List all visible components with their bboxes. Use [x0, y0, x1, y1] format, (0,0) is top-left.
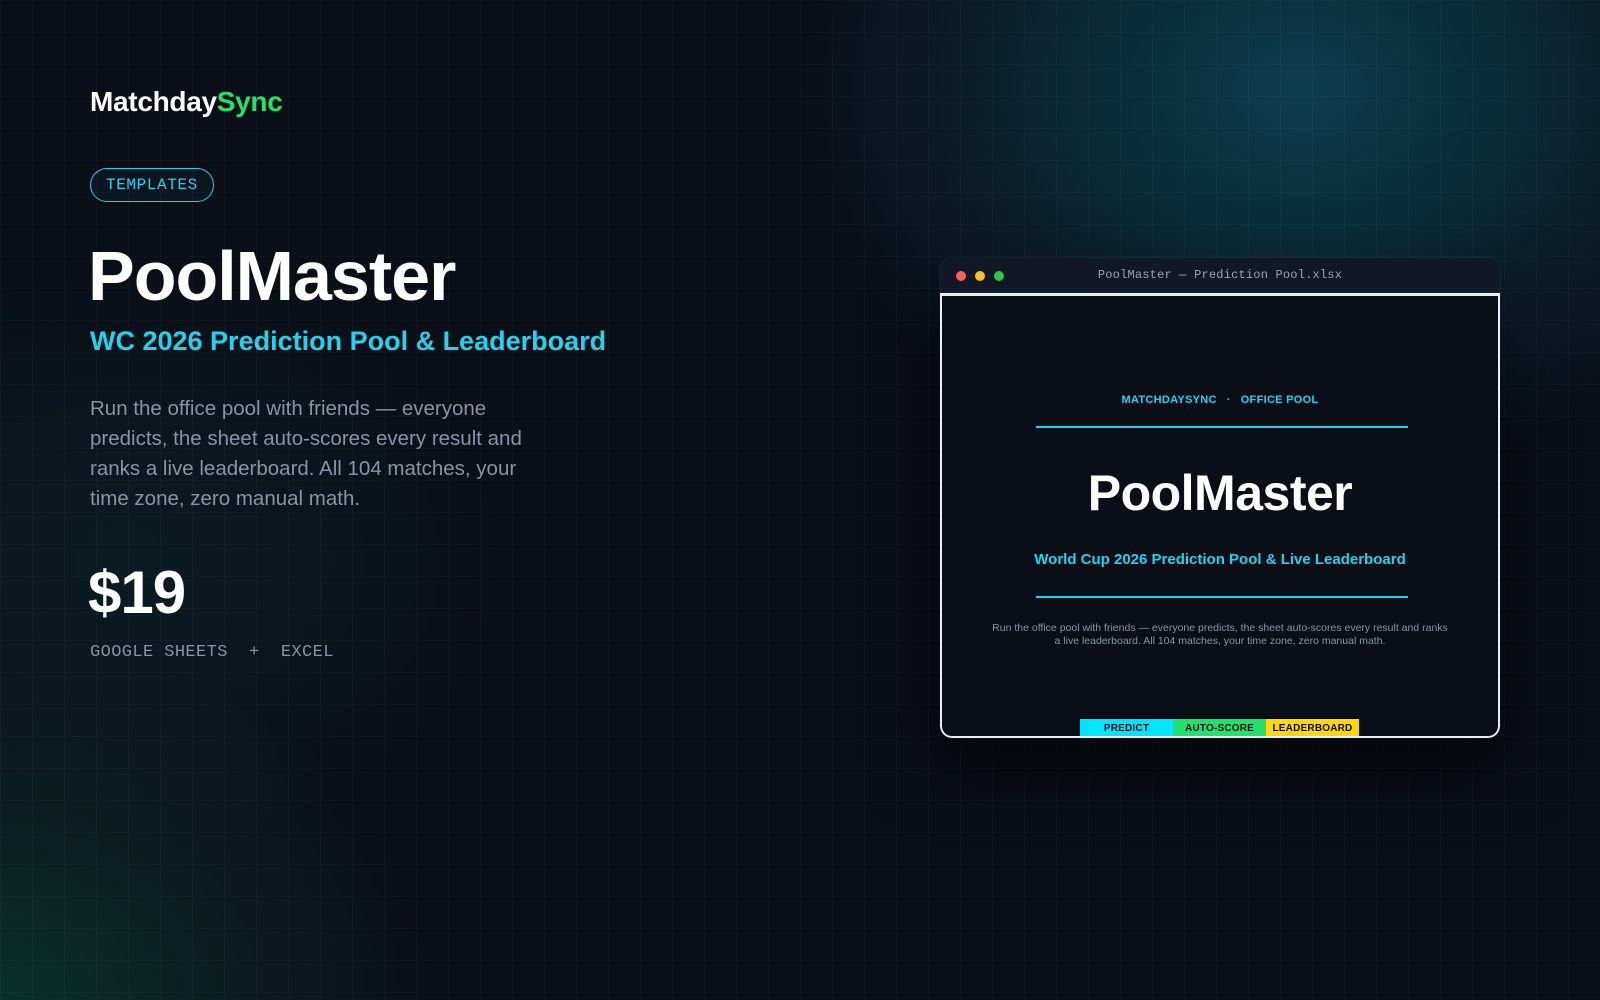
platform-label: GOOGLE SHEETS + EXCEL [90, 643, 334, 662]
tag-leaderboard: LEADERBOARD [1266, 719, 1359, 736]
category-pill-templates[interactable]: TEMPLATES [90, 168, 214, 202]
product-description: Run the office pool with friends — every… [90, 397, 522, 510]
cover-divider-top [1036, 426, 1408, 428]
window-titlebar: PoolMaster — Prediction Pool.xlsx [940, 258, 1500, 293]
cover-divider-bottom [1036, 596, 1408, 598]
cover-description: Run the office pool with friends — every… [992, 622, 1448, 647]
cover-kicker-brand: MATCHDAYSYNC [1121, 394, 1217, 406]
tag-auto-score: AUTO-SCORE [1173, 719, 1266, 736]
price-label: $19 [88, 559, 186, 626]
brand-logo[interactable]: MatchdaySync [90, 86, 283, 118]
product-subtitle: WC 2026 Prediction Pool & Leaderboard [90, 326, 607, 356]
cover-kicker-label: OFFICE POOL [1240, 394, 1319, 406]
cover-feature-tags: PREDICT AUTO-SCORE LEADERBOARD [1080, 719, 1359, 736]
cover-subtitle: World Cup 2026 Prediction Pool & Live Le… [1034, 551, 1406, 568]
tag-predict: PREDICT [1080, 719, 1173, 736]
product-title: PoolMaster [88, 237, 456, 315]
cover-title: PoolMaster [1087, 465, 1353, 521]
maximize-dot-icon[interactable] [994, 271, 1004, 281]
preview-window: PoolMaster — Prediction Pool.xlsx MATCHD… [940, 258, 1500, 738]
window-title: PoolMaster — Prediction Pool.xlsx [1097, 268, 1343, 282]
minimize-dot-icon[interactable] [975, 271, 985, 281]
cover-kicker: MATCHDAYSYNC · OFFICE POOL [942, 394, 1498, 406]
brand-name-primary: Matchday [90, 86, 217, 117]
close-dot-icon[interactable] [956, 271, 966, 281]
window-controls [956, 271, 1004, 281]
brand-name-accent: Sync [216, 86, 283, 117]
cover-kicker-separator: · [1226, 394, 1231, 406]
sheet-cover-preview: MATCHDAYSYNC · OFFICE POOL PoolMaster Worl… [940, 293, 1500, 738]
